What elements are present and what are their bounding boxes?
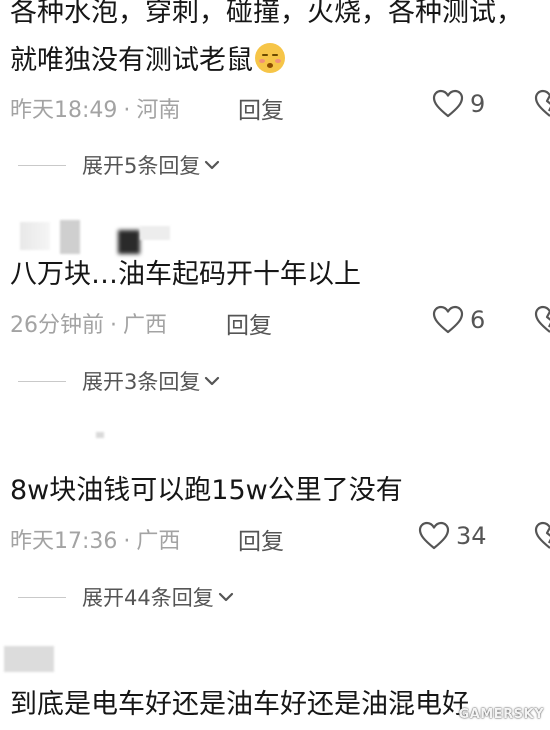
comment-text: 就唯独没有测试老鼠 bbox=[10, 45, 253, 76]
divider-line bbox=[18, 596, 66, 598]
comment-meta: 26分钟前 · 广西 bbox=[10, 307, 167, 339]
dislike-button[interactable] bbox=[534, 89, 550, 123]
comment-time: 昨天17:36 bbox=[10, 529, 118, 554]
comment-meta: 昨天17:36 · 广西 bbox=[10, 523, 180, 555]
comment-location: 广西 bbox=[136, 529, 181, 554]
like-button[interactable]: 34 bbox=[418, 521, 487, 551]
reply-button[interactable]: 回复 bbox=[238, 522, 284, 556]
like-button[interactable]: 6 bbox=[432, 305, 485, 335]
like-count: 6 bbox=[470, 306, 486, 334]
expand-replies-button[interactable]: 展开5条回复 bbox=[0, 150, 220, 180]
expand-replies-button[interactable]: 展开44条回复 bbox=[0, 582, 234, 612]
reply-button[interactable]: 回复 bbox=[238, 91, 284, 125]
dislike-button[interactable] bbox=[534, 305, 550, 339]
heart-outline-icon bbox=[432, 89, 464, 118]
broken-heart-icon bbox=[534, 89, 550, 117]
meta-separator: · bbox=[123, 98, 131, 123]
comment-meta: 昨天18:49 · 河南 bbox=[10, 92, 180, 124]
username-blurred bbox=[140, 226, 170, 240]
expand-replies-button[interactable]: 展开3条回复 bbox=[0, 366, 220, 396]
chevron-down-icon bbox=[218, 592, 233, 602]
like-count: 34 bbox=[456, 522, 487, 550]
username-blurred bbox=[60, 220, 80, 254]
comment-text-line-2: 就唯独没有测试老鼠 bbox=[10, 42, 285, 80]
avatar[interactable] bbox=[20, 222, 50, 250]
like-button[interactable]: 9 bbox=[432, 89, 485, 119]
username-blurred bbox=[96, 432, 104, 438]
comment-text: 到底是电车好还是油车好还是油混电好 bbox=[10, 689, 469, 720]
reply-button[interactable]: 回复 bbox=[226, 306, 272, 340]
username-blurred bbox=[118, 230, 140, 254]
chevron-down-icon bbox=[205, 160, 220, 170]
avatar[interactable] bbox=[4, 646, 54, 672]
comment-text: 八万块…油车起码开十年以上 bbox=[10, 259, 361, 290]
comment-text: 8w块油钱可以跑15w公里了没有 bbox=[10, 475, 403, 506]
divider-line bbox=[18, 380, 66, 382]
sleepy-face-emoji-icon bbox=[255, 43, 285, 73]
divider-line bbox=[18, 164, 66, 166]
meta-separator: · bbox=[123, 529, 131, 554]
broken-heart-icon bbox=[534, 305, 550, 333]
comment-location: 广西 bbox=[123, 313, 168, 338]
comment-location: 河南 bbox=[136, 98, 181, 123]
expand-replies-label: 展开44条回复 bbox=[82, 586, 214, 610]
heart-outline-icon bbox=[418, 521, 450, 550]
expand-replies-label: 展开5条回复 bbox=[82, 154, 201, 178]
like-count: 9 bbox=[470, 90, 486, 118]
heart-outline-icon bbox=[432, 305, 464, 334]
dislike-button[interactable] bbox=[534, 521, 550, 555]
comment-time: 26分钟前 bbox=[10, 313, 104, 338]
broken-heart-icon bbox=[534, 521, 550, 549]
meta-separator: · bbox=[110, 313, 117, 338]
chevron-down-icon bbox=[205, 376, 220, 386]
comment-text-line-1: 各种水泡，穿刺，碰撞，火烧，各种测试， bbox=[10, 0, 523, 28]
comment-time: 昨天18:49 bbox=[10, 98, 118, 123]
watermark: GAMERSKY bbox=[458, 707, 544, 722]
expand-replies-label: 展开3条回复 bbox=[82, 370, 201, 394]
